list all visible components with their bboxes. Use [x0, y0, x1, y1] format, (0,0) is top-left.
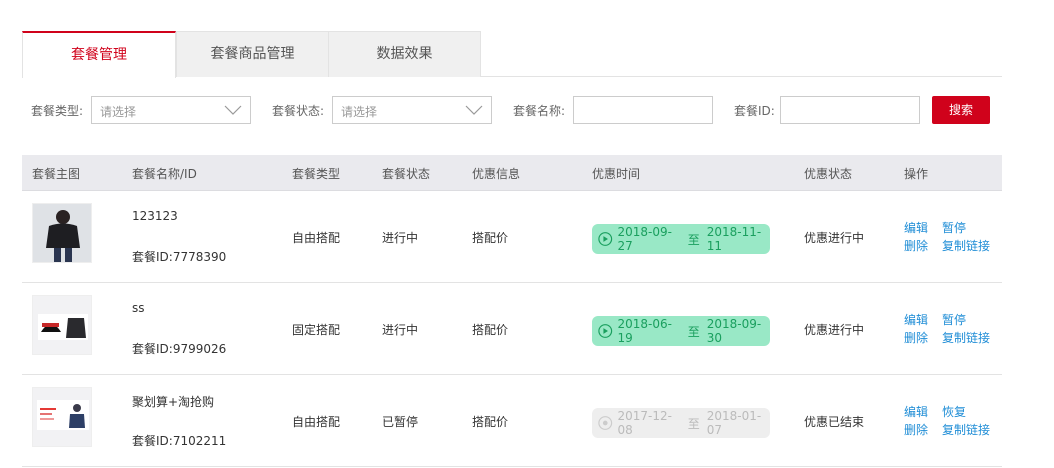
- promo-status: 优惠进行中: [804, 323, 865, 337]
- delete-link[interactable]: 删除: [904, 329, 928, 346]
- time-end: 2018-01-07: [706, 409, 762, 437]
- package-name: 聚划算+淘抢购: [132, 395, 215, 409]
- header-image: 套餐主图: [32, 167, 81, 181]
- package-status: 进行中: [382, 323, 419, 337]
- edit-link[interactable]: 编辑: [904, 219, 928, 236]
- package-image[interactable]: [32, 295, 92, 355]
- promo-time-pill: 2017-12-08 至 2018-01-07: [592, 408, 770, 438]
- header-type: 套餐类型: [292, 167, 341, 181]
- discount-info: 搭配价: [472, 415, 509, 429]
- package-type: 自由搭配: [292, 231, 341, 245]
- status-filter-label: 套餐状态:: [272, 104, 325, 118]
- chevron-down-icon: [224, 105, 242, 115]
- type-select[interactable]: 请选择: [91, 96, 251, 124]
- copy-link[interactable]: 复制链接: [942, 421, 990, 438]
- status-select-placeholder: 请选择: [341, 105, 378, 119]
- promo-time-pill: 2018-06-19 至 2018-09-30: [592, 316, 770, 346]
- pause-link[interactable]: 暂停: [942, 311, 966, 328]
- table-row: 聚划算+淘抢购 套餐ID:7102211 自由搭配 已暂停 搭配价 2017-1…: [22, 375, 1002, 467]
- promo-status: 优惠进行中: [804, 231, 865, 245]
- package-id: 套餐ID:7778390: [132, 250, 227, 264]
- header-name-id: 套餐名称/ID: [132, 167, 197, 181]
- header-discount: 优惠信息: [472, 167, 521, 181]
- header-status: 套餐状态: [382, 167, 431, 181]
- time-start: 2018-06-19: [617, 317, 672, 345]
- resume-link[interactable]: 恢复: [942, 403, 966, 420]
- type-filter-label: 套餐类型:: [31, 104, 84, 118]
- time-start: 2017-12-08: [617, 409, 672, 437]
- table-row: 123123 套餐ID:7778390 自由搭配 进行中 搭配价 2018-09…: [22, 191, 1002, 283]
- tab-package-products[interactable]: 套餐商品管理: [176, 31, 329, 77]
- time-separator: 至: [687, 416, 700, 431]
- name-filter-label: 套餐名称:: [513, 104, 566, 118]
- time-separator: 至: [687, 232, 700, 247]
- package-image[interactable]: [32, 203, 92, 263]
- promo-banner-image: [33, 388, 91, 446]
- delete-link[interactable]: 删除: [904, 237, 928, 254]
- package-status: 进行中: [382, 231, 419, 245]
- copy-link[interactable]: 复制链接: [942, 329, 990, 346]
- search-button[interactable]: 搜索: [932, 96, 990, 124]
- package-name: 123123: [132, 209, 178, 223]
- play-circle-icon: [598, 232, 613, 246]
- cap-jacket-image: [33, 296, 91, 354]
- play-circle-icon: [598, 324, 613, 338]
- header-actions: 操作: [904, 167, 929, 181]
- delete-link[interactable]: 删除: [904, 421, 928, 438]
- edit-link[interactable]: 编辑: [904, 311, 928, 328]
- package-type: 固定搭配: [292, 323, 341, 337]
- status-select[interactable]: 请选择: [332, 96, 492, 124]
- time-end: 2018-11-11: [706, 225, 762, 253]
- stop-circle-icon: [598, 416, 613, 430]
- time-separator: 至: [687, 324, 700, 339]
- name-input[interactable]: [573, 96, 713, 124]
- package-id: 套餐ID:9799026: [132, 342, 227, 356]
- header-promo-status: 优惠状态: [804, 167, 853, 181]
- promo-status: 优惠已结束: [804, 415, 865, 429]
- chevron-down-icon: [465, 105, 483, 115]
- id-filter-label: 套餐ID:: [734, 104, 775, 118]
- time-start: 2018-09-27: [617, 225, 672, 253]
- tab-bar: 套餐管理 套餐商品管理 数据效果: [22, 31, 1002, 78]
- time-end: 2018-09-30: [706, 317, 762, 345]
- package-name: ss: [132, 301, 145, 315]
- jacket-model-image: [33, 204, 91, 262]
- discount-info: 搭配价: [472, 231, 509, 245]
- discount-info: 搭配价: [472, 323, 509, 337]
- tab-package-management[interactable]: 套餐管理: [22, 31, 176, 78]
- package-image[interactable]: [32, 387, 92, 447]
- table-header: 套餐主图 套餐名称/ID 套餐类型 套餐状态 优惠信息 优惠时间 优惠状态 操作: [22, 155, 1002, 191]
- edit-link[interactable]: 编辑: [904, 403, 928, 420]
- table-row: ss 套餐ID:9799026 固定搭配 进行中 搭配价 2018-06-19 …: [22, 283, 1002, 375]
- package-status: 已暂停: [382, 415, 419, 429]
- header-time: 优惠时间: [592, 167, 641, 181]
- id-input[interactable]: [780, 96, 920, 124]
- pause-link[interactable]: 暂停: [942, 219, 966, 236]
- promo-time-pill: 2018-09-27 至 2018-11-11: [592, 224, 770, 254]
- package-type: 自由搭配: [292, 415, 341, 429]
- copy-link[interactable]: 复制链接: [942, 237, 990, 254]
- tab-data-effect[interactable]: 数据效果: [328, 31, 481, 77]
- type-select-placeholder: 请选择: [100, 105, 137, 119]
- package-id: 套餐ID:7102211: [132, 434, 227, 448]
